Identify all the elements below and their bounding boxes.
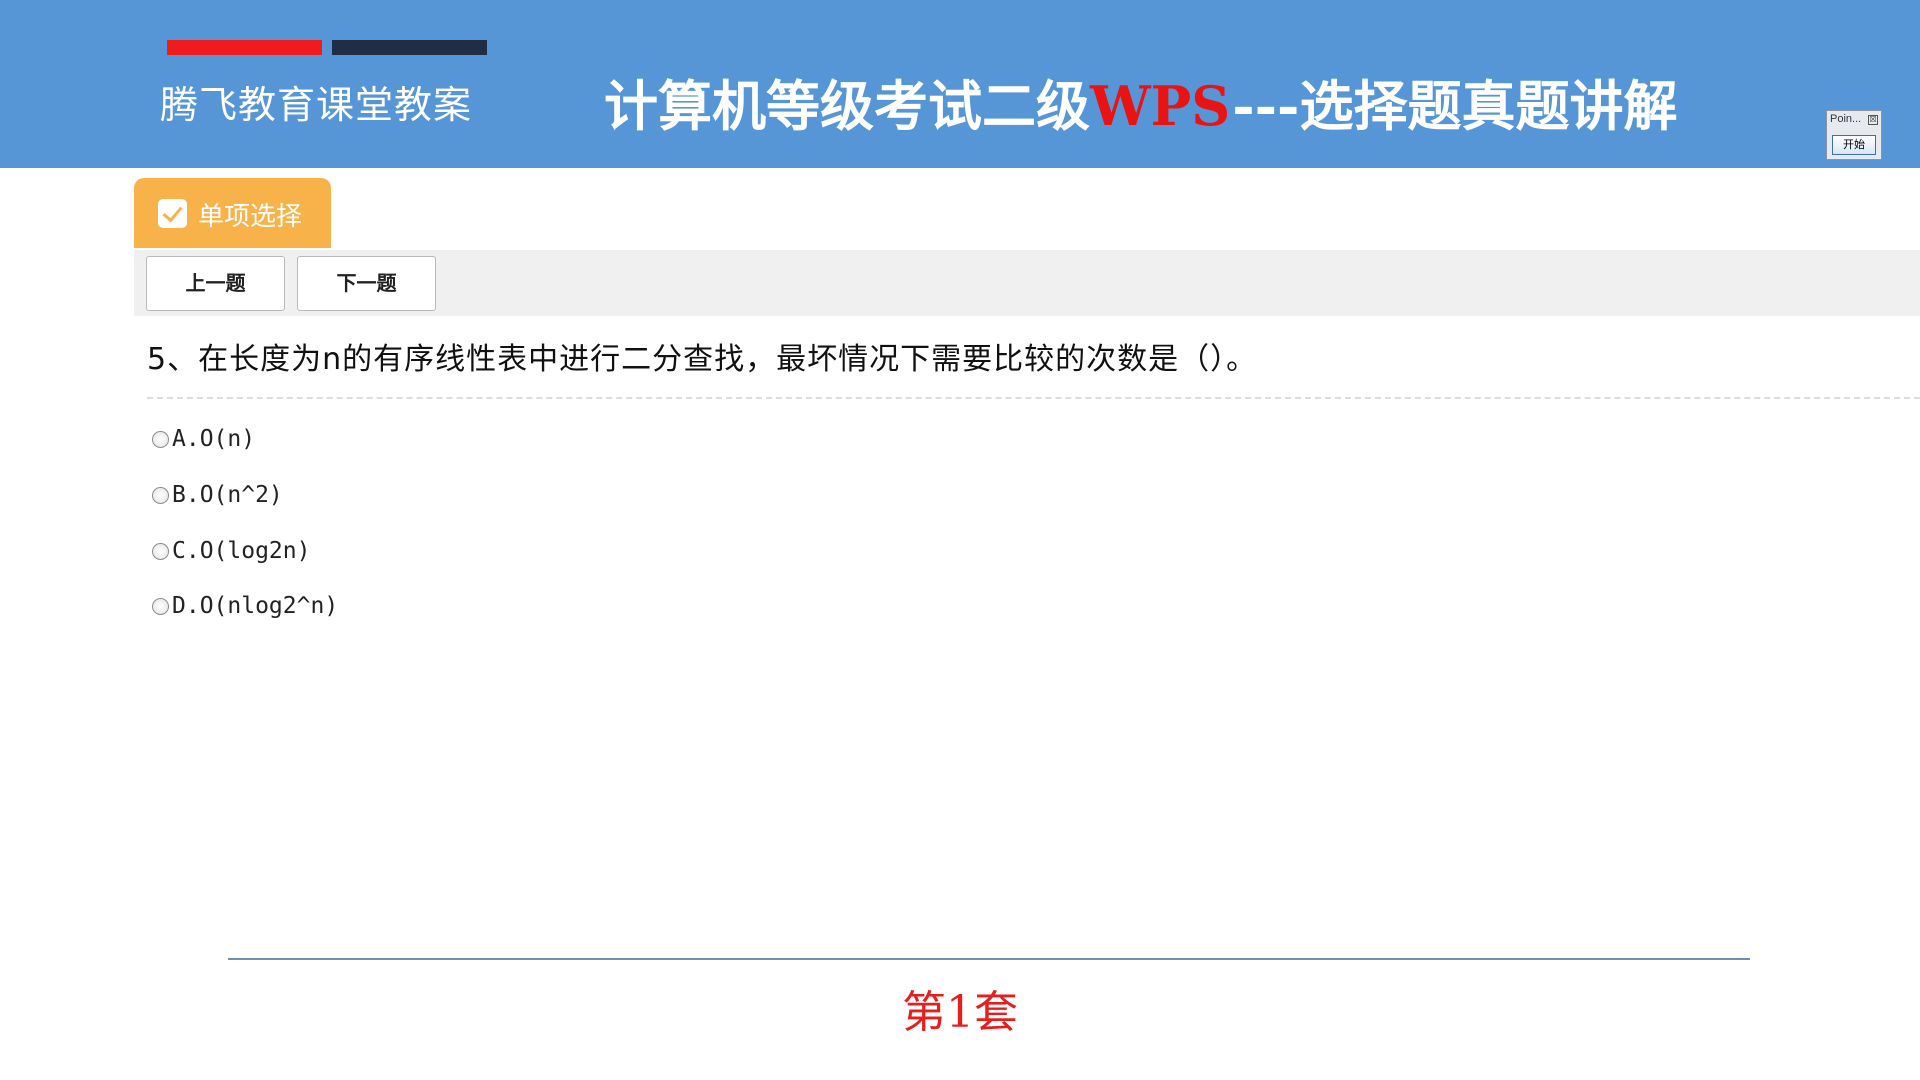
navy-accent-bar: [332, 40, 487, 55]
widget-title: Poin...: [1830, 113, 1862, 125]
radio-button-icon[interactable]: [152, 597, 169, 615]
radio-button-icon[interactable]: [152, 430, 169, 448]
option-label: C.O(log2n): [172, 538, 311, 564]
pointer-widget: Poin... ☒ 开始: [1826, 110, 1882, 160]
radio-button-icon[interactable]: [152, 486, 169, 504]
brand-label: 腾飞教育课堂教案: [160, 83, 473, 127]
next-question-button[interactable]: 下一题: [297, 256, 436, 311]
red-accent-bar: [167, 40, 322, 55]
footer-divider: [228, 958, 1750, 960]
start-button[interactable]: 开始: [1832, 135, 1876, 155]
option-label: A.O(n): [172, 426, 256, 452]
set-number-label: 第1套: [902, 987, 1018, 1038]
tab-label: 单项选择: [198, 202, 303, 232]
option-d[interactable]: D.O(nlog2^n): [152, 591, 338, 621]
option-label: D.O(nlog2^n): [172, 593, 339, 619]
question-text: 5、在长度为n的有序线性表中进行二分查找，最坏情况下需要比较的次数是（）。: [147, 342, 1258, 377]
option-label: B.O(n^2): [172, 482, 283, 508]
title-suffix: ---选择题真题讲解: [1232, 74, 1678, 138]
header-banner: 腾飞教育课堂教案 计算机等级考试二级WPS---选择题真题讲解: [0, 0, 1920, 168]
previous-question-button[interactable]: 上一题: [146, 256, 285, 311]
option-a[interactable]: A.O(n): [152, 424, 255, 454]
question-toolbar: 上一题 下一题: [134, 250, 1920, 316]
title-accent: WPS: [1090, 74, 1233, 138]
radio-button-icon[interactable]: [152, 542, 169, 560]
option-b[interactable]: B.O(n^2): [152, 480, 283, 510]
single-choice-tab[interactable]: 单项选择: [134, 178, 331, 248]
question-divider: [147, 397, 1920, 399]
checkbox-check-icon: [158, 199, 187, 228]
title-prefix: 计算机等级考试二级: [604, 74, 1090, 138]
option-c[interactable]: C.O(log2n): [152, 536, 310, 566]
close-icon[interactable]: ☒: [1868, 115, 1878, 125]
page-title: 计算机等级考试二级WPS---选择题真题讲解: [604, 62, 1677, 141]
